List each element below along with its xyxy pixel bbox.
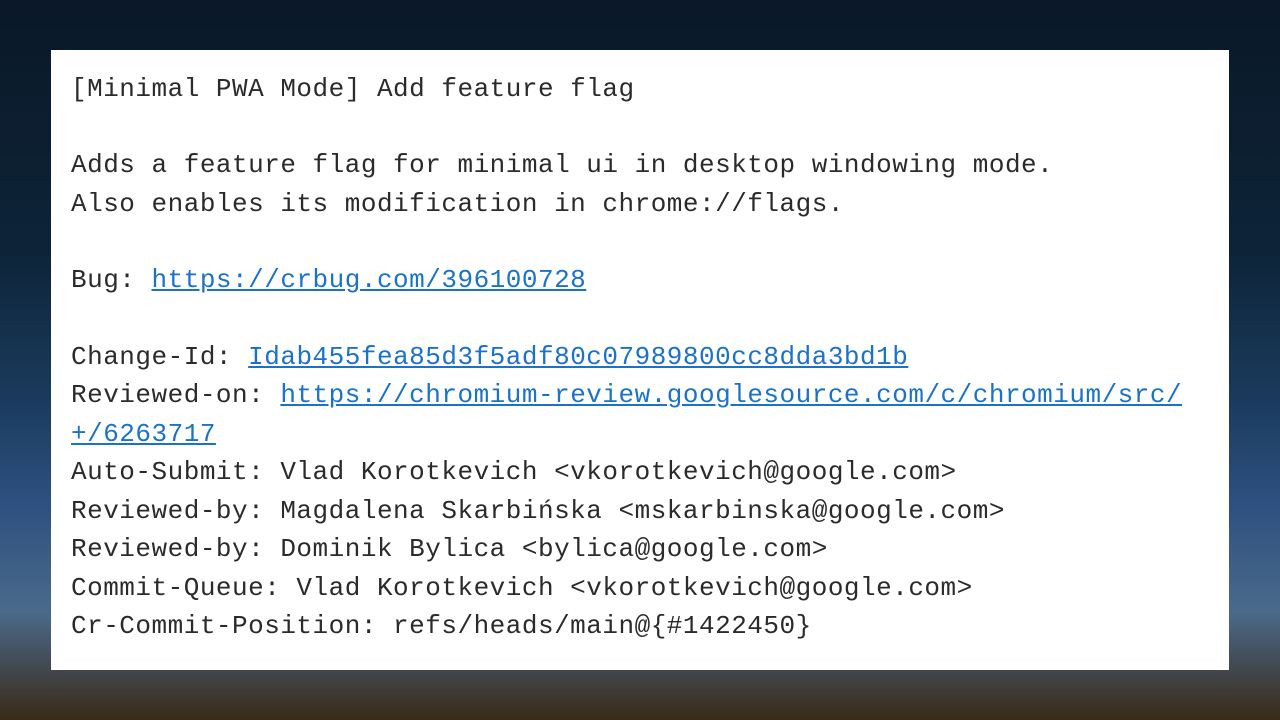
commit-queue-line: Commit-Queue: Vlad Korotkevich <vkorotke…: [71, 569, 1209, 607]
reviewed-on-label: Reviewed-on:: [71, 380, 280, 410]
commit-description: Adds a feature flag for minimal ui in de…: [71, 146, 1209, 223]
change-id-label: Change-Id:: [71, 342, 248, 372]
bug-link[interactable]: https://crbug.com/396100728: [152, 265, 587, 295]
reviewed-by-line-2: Reviewed-by: Dominik Bylica <bylica@goog…: [71, 530, 1209, 568]
change-id-link[interactable]: Idab455fea85d3f5adf80c07989800cc8dda3bd1…: [248, 342, 908, 372]
auto-submit-line: Auto-Submit: Vlad Korotkevich <vkorotkev…: [71, 453, 1209, 491]
bug-label: Bug:: [71, 265, 152, 295]
bug-line: Bug: https://crbug.com/396100728: [71, 261, 1209, 299]
description-line-2: Also enables its modification in chrome:…: [71, 185, 1209, 223]
reviewed-on-line: Reviewed-on: https://chromium-review.goo…: [71, 376, 1209, 453]
change-id-line: Change-Id: Idab455fea85d3f5adf80c0798980…: [71, 338, 1209, 376]
description-line-1: Adds a feature flag for minimal ui in de…: [71, 146, 1209, 184]
commit-title: [Minimal PWA Mode] Add feature flag: [71, 70, 1209, 108]
cr-commit-position-line: Cr-Commit-Position: refs/heads/main@{#14…: [71, 607, 1209, 645]
commit-message-panel: [Minimal PWA Mode] Add feature flag Adds…: [51, 50, 1229, 670]
commit-metadata: Change-Id: Idab455fea85d3f5adf80c0798980…: [71, 338, 1209, 646]
reviewed-by-line-1: Reviewed-by: Magdalena Skarbińska <mskar…: [71, 492, 1209, 530]
